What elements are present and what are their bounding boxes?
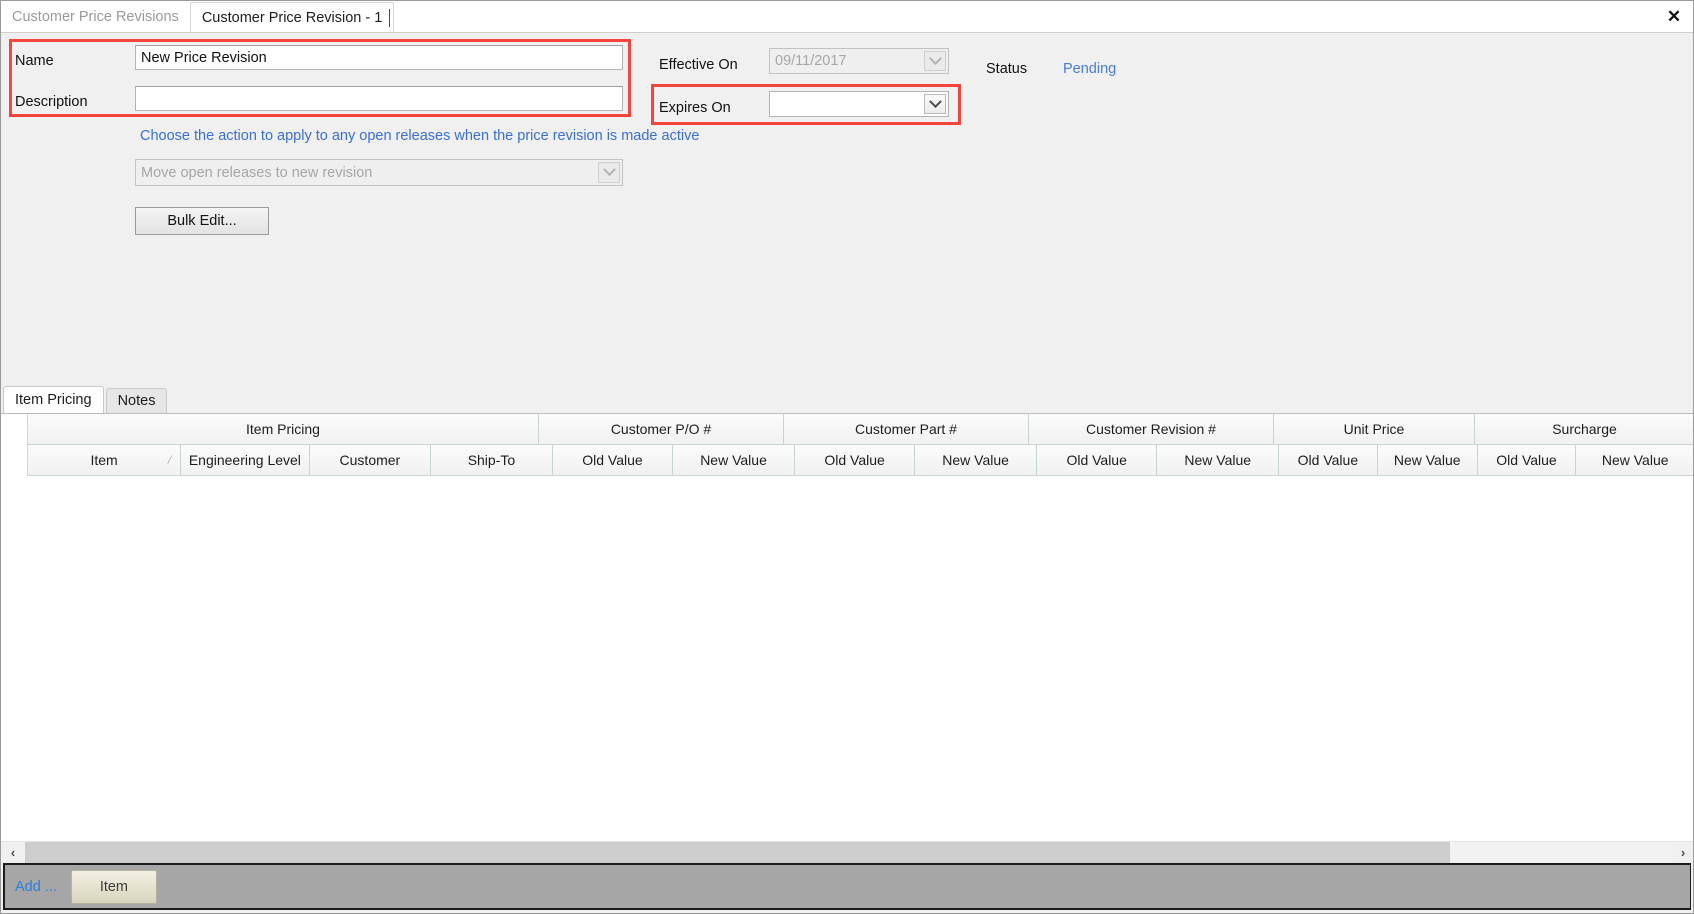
- scroll-left-icon[interactable]: ‹: [1, 841, 25, 864]
- grid-column-header-label: New Value: [700, 452, 767, 468]
- document-tab-strip: Customer Price Revisions Customer Price …: [1, 1, 1693, 33]
- grid-horizontal-scrollbar[interactable]: ‹ ›: [1, 841, 1693, 864]
- add-item-button-label: Item: [99, 878, 129, 895]
- chevron-down-icon[interactable]: [924, 51, 946, 71]
- scroll-right-icon[interactable]: ›: [1671, 841, 1693, 864]
- description-input[interactable]: [135, 86, 623, 111]
- grid-column-header-new-value[interactable]: New Value: [1377, 445, 1478, 476]
- grid-column-header-label: New Value: [1601, 452, 1669, 468]
- grid-group-header-label: Customer Part #: [855, 421, 957, 437]
- grid-column-header-label: Old Value: [1297, 452, 1359, 468]
- grid-column-header-old-value[interactable]: Old Value: [794, 445, 916, 476]
- document-tab-label: Customer Price Revision - 1: [201, 9, 383, 26]
- grid-group-header-label: Surcharge: [1552, 421, 1617, 437]
- grid-group-header-cell[interactable]: Surcharge: [1475, 414, 1693, 445]
- bulk-edit-button[interactable]: Bulk Edit...: [135, 207, 269, 235]
- status-badge[interactable]: Pending: [1063, 61, 1116, 77]
- status-label: Status: [986, 61, 1028, 77]
- grid-group-header-row: Item Pricing Customer P/O # Customer Part …: [28, 414, 1693, 445]
- grid-group-header-cell[interactable]: Item Pricing: [28, 414, 539, 445]
- document-tab-label: Customer Price Revisions: [12, 9, 179, 25]
- bottom-action-bar: Add ... Item: [3, 863, 1691, 910]
- effective-on-label: Effective On: [659, 57, 738, 73]
- description-label: Description: [15, 94, 88, 110]
- tab-label: Item Pricing: [15, 392, 92, 408]
- expires-on-datepicker[interactable]: [769, 91, 949, 117]
- open-releases-hint-text[interactable]: Choose the action to apply to any open r…: [140, 128, 699, 144]
- grid-group-header-cell[interactable]: Customer Revision #: [1029, 414, 1274, 445]
- grid-column-header-label: Item: [90, 452, 118, 468]
- bulk-edit-button-label: Bulk Edit...: [167, 213, 237, 229]
- document-tab-customer-price-revisions[interactable]: Customer Price Revisions: [1, 2, 190, 32]
- grid-column-header-label: New Value: [1184, 452, 1252, 468]
- grid-group-header-label: Unit Price: [1343, 421, 1405, 437]
- name-input[interactable]: New Price Revision: [135, 45, 623, 70]
- grid-column-header-label: New Value: [942, 452, 1009, 468]
- item-pricing-grid: Item Pricing Customer P/O # Customer Part …: [1, 413, 1693, 841]
- name-label: Name: [15, 53, 54, 69]
- grid-row-selector-corner: [1, 414, 28, 476]
- tab-notes[interactable]: Notes: [105, 388, 168, 413]
- grid-column-header-old-value[interactable]: Old Value: [1036, 445, 1158, 476]
- document-tab-customer-price-revision-1[interactable]: Customer Price Revision - 1: [189, 2, 395, 32]
- grid-column-header-customer[interactable]: Customer: [309, 445, 432, 476]
- tab-label: Notes: [117, 393, 156, 409]
- effective-on-datepicker[interactable]: 09/11/2017: [769, 48, 949, 74]
- grid-group-header-cell[interactable]: Unit Price: [1274, 414, 1475, 445]
- grid-group-header-label: Customer P/O #: [610, 421, 712, 437]
- grid-column-header-label: Engineering Level: [188, 452, 301, 468]
- grid-column-header-label: Ship-To: [467, 452, 516, 468]
- grid-column-header-old-value[interactable]: Old Value: [1477, 445, 1577, 476]
- close-icon[interactable]: ✕: [1661, 4, 1687, 28]
- grid-column-header-item[interactable]: Item ⁄: [28, 445, 182, 476]
- grid-column-header-new-value[interactable]: New Value: [673, 445, 795, 476]
- grid-column-header-new-value[interactable]: New Value: [1576, 445, 1693, 476]
- grid-body[interactable]: [1, 476, 1693, 841]
- grid-column-header-label: Old Value: [1496, 452, 1557, 468]
- grid-column-header-new-value[interactable]: New Value: [1157, 445, 1279, 476]
- tab-item-pricing[interactable]: Item Pricing: [3, 386, 104, 413]
- grid-group-header-label: Customer Revision #: [1086, 421, 1216, 437]
- grid-group-header-cell[interactable]: Customer P/O #: [539, 414, 784, 445]
- grid-column-header-engineering-level[interactable]: Engineering Level: [181, 445, 310, 476]
- chevron-down-icon[interactable]: [924, 94, 946, 114]
- grid-column-header-label: Old Value: [824, 452, 885, 468]
- open-release-action-select[interactable]: Move open releases to new revision: [135, 159, 623, 186]
- scrollbar-track[interactable]: [25, 841, 1671, 864]
- name-input-value: New Price Revision: [141, 49, 267, 66]
- scrollbar-thumb[interactable]: [25, 841, 1450, 864]
- chevron-down-icon[interactable]: [598, 162, 620, 183]
- add-item-button[interactable]: Item: [70, 869, 157, 904]
- effective-on-value: 09/11/2017: [775, 53, 847, 69]
- detail-tab-strip: Item Pricing Notes: [1, 386, 1693, 413]
- grid-column-header-old-value[interactable]: Old Value: [1278, 445, 1378, 476]
- header-form-panel: Name New Price Revision Description Effe…: [1, 33, 1693, 386]
- grid-column-header-ship-to[interactable]: Ship-To: [431, 445, 553, 476]
- grid-column-header-label: New Value: [1393, 452, 1461, 468]
- grid-header: Item Pricing Customer P/O # Customer Part …: [28, 414, 1693, 476]
- sort-ascending-icon: ⁄: [169, 453, 171, 467]
- grid-column-header-label: Old Value: [1066, 452, 1127, 468]
- grid-column-header-row: Item ⁄ Engineering Level Customer Ship-To Old…: [28, 445, 1693, 476]
- grid-group-header-cell[interactable]: Customer Part #: [784, 414, 1029, 445]
- expires-on-label: Expires On: [659, 100, 731, 116]
- grid-group-header-label: Item Pricing: [246, 421, 320, 437]
- grid-column-header-label: Old Value: [582, 452, 643, 468]
- price-revision-window: Customer Price Revisions Customer Price …: [0, 0, 1694, 914]
- open-release-action-value: Move open releases to new revision: [141, 164, 373, 181]
- grid-column-header-old-value[interactable]: Old Value: [552, 445, 674, 476]
- add-link[interactable]: Add ...: [15, 879, 57, 895]
- grid-column-header-label: Customer: [339, 452, 401, 468]
- grid-column-header-new-value[interactable]: New Value: [915, 445, 1037, 476]
